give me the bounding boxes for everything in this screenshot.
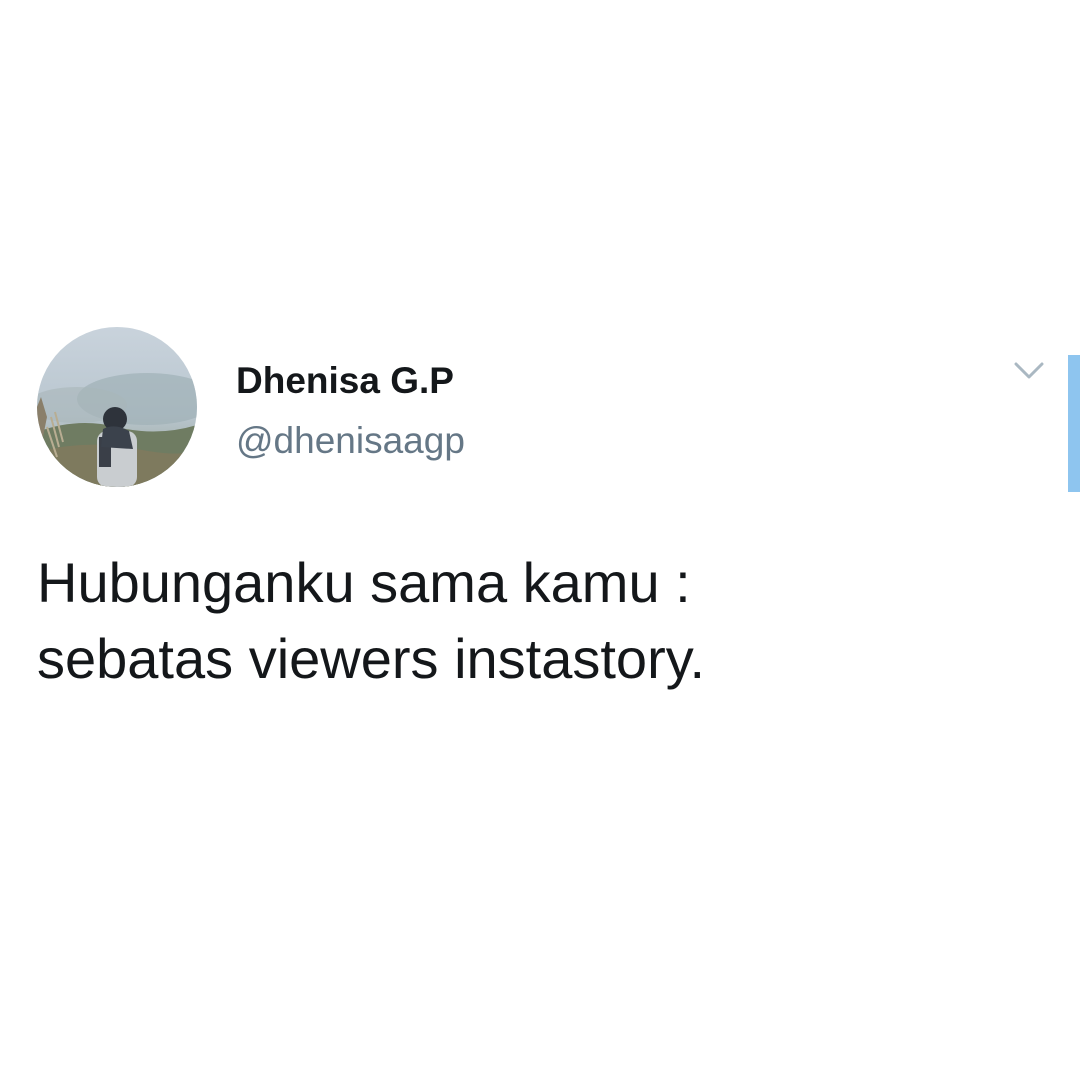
tweet-card: Dhenisa G.P @dhenisaagp Hubunganku sama …	[0, 0, 1080, 1080]
author-handle[interactable]: @dhenisaagp	[236, 419, 465, 463]
tweet-text-line: sebatas viewers instastory.	[37, 627, 706, 690]
author-display-name[interactable]: Dhenisa G.P	[236, 359, 454, 403]
tweet-text-line: Hubunganku sama kamu :	[37, 551, 691, 614]
tweet-text: Hubunganku sama kamu : sebatas viewers i…	[37, 545, 1037, 697]
chevron-down-icon[interactable]	[1012, 358, 1046, 384]
scroll-indicator	[1068, 355, 1080, 492]
avatar-photo	[37, 327, 197, 487]
avatar[interactable]	[37, 327, 197, 487]
